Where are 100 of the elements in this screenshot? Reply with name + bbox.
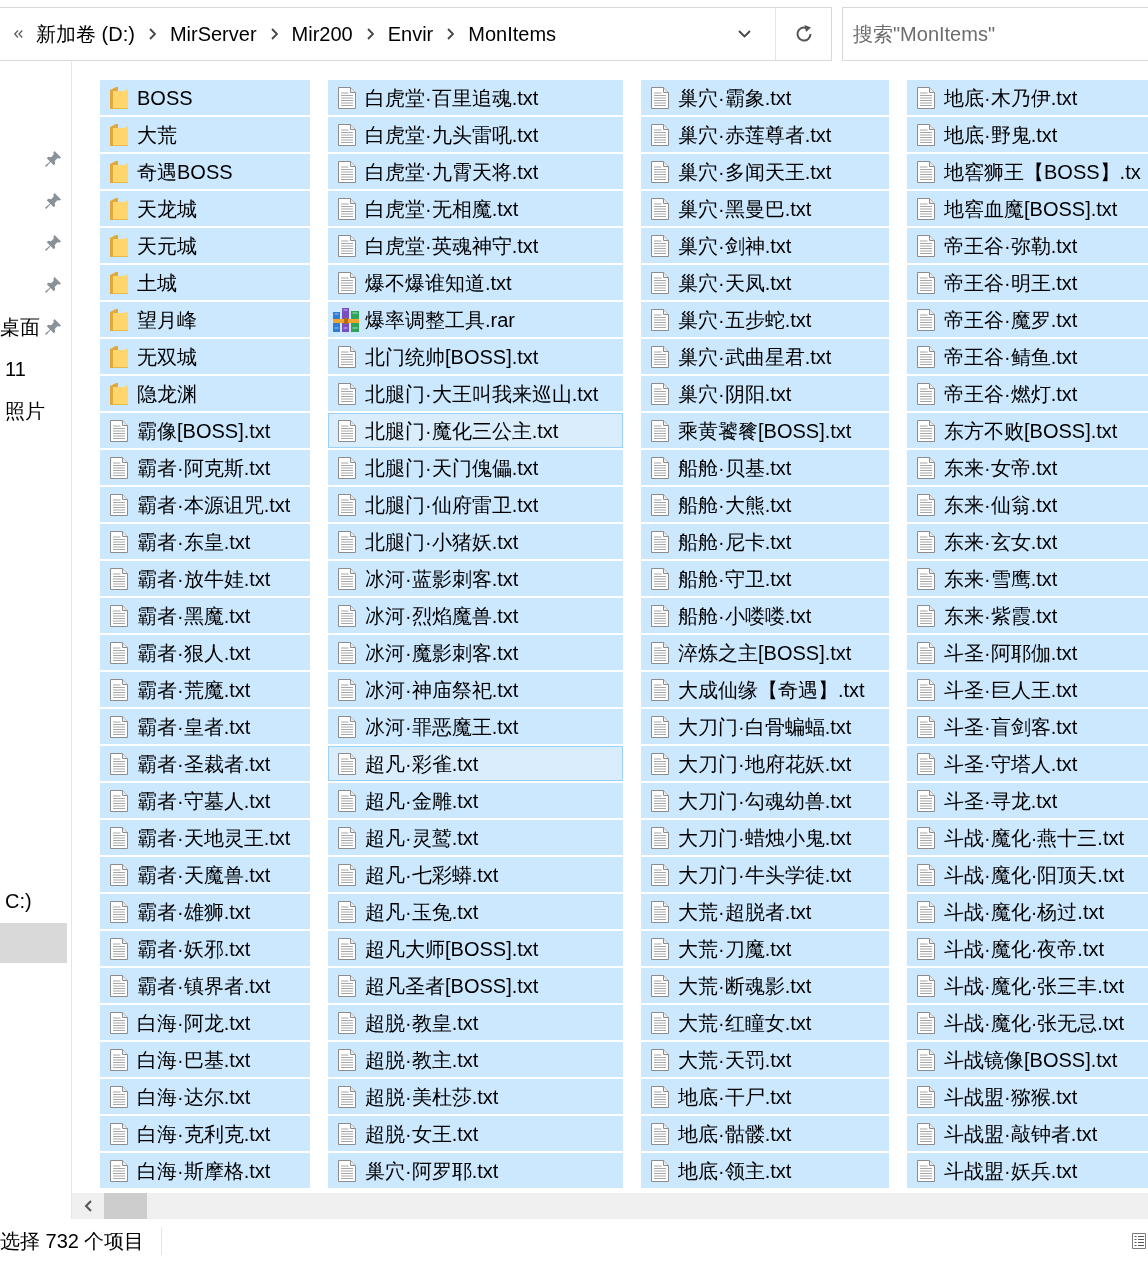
file-item[interactable]: 霸者·天地灵王.txt	[100, 820, 310, 855]
file-item[interactable]: 巢穴·武曲星君.txt	[641, 339, 889, 374]
file-item[interactable]: 白虎堂·无相魔.txt	[328, 191, 623, 226]
file-item[interactable]: 白虎堂·九霄天将.txt	[328, 154, 623, 189]
pin-icon[interactable]	[45, 277, 61, 293]
file-item[interactable]: 帝王谷·燃灯.txt	[907, 376, 1148, 411]
file-item[interactable]: 船舱·尼卡.txt	[641, 524, 889, 559]
folder-item[interactable]: 奇遇BOSS	[100, 154, 310, 189]
breadcrumb-button[interactable]: Mir200	[286, 20, 358, 48]
file-item[interactable]: 地底·野鬼.txt	[907, 117, 1148, 152]
file-item[interactable]: 斗战盟·猕猴.txt	[907, 1079, 1148, 1114]
pin-icon[interactable]	[45, 151, 61, 167]
file-item[interactable]: 北腿门·仙府雷卫.txt	[328, 487, 623, 522]
file-item[interactable]: 斗战盟·妖兵.txt	[907, 1153, 1148, 1188]
file-item[interactable]: 白虎堂·英魂神守.txt	[328, 228, 623, 263]
file-item[interactable]: 巢穴·霸象.txt	[641, 80, 889, 115]
file-item[interactable]: 北腿门·小猪妖.txt	[328, 524, 623, 559]
file-item[interactable]: 淬炼之主[BOSS].txt	[641, 635, 889, 670]
file-item[interactable]: 大刀门·勾魂幼兽.txt	[641, 783, 889, 818]
file-item[interactable]: 地底·骷髅.txt	[641, 1116, 889, 1151]
file-item[interactable]: 冰河·蓝影刺客.txt	[328, 561, 623, 596]
file-item[interactable]: 地底·木乃伊.txt	[907, 80, 1148, 115]
file-item[interactable]: 北腿门·大王叫我来巡山.txt	[328, 376, 623, 411]
file-item[interactable]: 斗战·魔化·阳顶天.txt	[907, 857, 1148, 892]
chevron-right-icon[interactable]	[447, 28, 455, 40]
file-item[interactable]: 巢穴·阴阳.txt	[641, 376, 889, 411]
file-item[interactable]: 斗战·魔化·杨过.txt	[907, 894, 1148, 929]
folder-item[interactable]: 天龙城	[100, 191, 310, 226]
chevron-right-icon[interactable]	[148, 28, 156, 40]
file-item[interactable]: 霸者·本源诅咒.txt	[100, 487, 310, 522]
details-view-icon[interactable]	[1132, 1233, 1146, 1249]
file-item[interactable]: 白虎堂·百里追魂.txt	[328, 80, 623, 115]
file-item[interactable]: 大刀门·蜡烛小鬼.txt	[641, 820, 889, 855]
file-item[interactable]: 大荒·刀魔.txt	[641, 931, 889, 966]
file-item[interactable]: 巢穴·剑神.txt	[641, 228, 889, 263]
file-item[interactable]: 斗圣·巨人王.txt	[907, 672, 1148, 707]
folder-item[interactable]: 大荒	[100, 117, 310, 152]
file-item[interactable]: 霸像[BOSS].txt	[100, 413, 310, 448]
file-item[interactable]: 白海·克利克.txt	[100, 1116, 310, 1151]
file-item[interactable]: 北腿门·魔化三公主.txt	[328, 413, 623, 448]
file-item[interactable]: 东来·雪鹰.txt	[907, 561, 1148, 596]
breadcrumb-button[interactable]: MirServer	[164, 20, 262, 48]
file-item[interactable]: 白海·达尔.txt	[100, 1079, 310, 1114]
folder-item[interactable]: 土城	[100, 265, 310, 300]
file-item[interactable]: 东来·玄女.txt	[907, 524, 1148, 559]
file-item[interactable]: 地窖血魔[BOSS].txt	[907, 191, 1148, 226]
file-item[interactable]: 超脱·美杜莎.txt	[328, 1079, 623, 1114]
file-item[interactable]: 大刀门·白骨蝙蝠.txt	[641, 709, 889, 744]
file-item[interactable]: 霸者·圣裁者.txt	[100, 746, 310, 781]
file-item[interactable]: 斗战·魔化·燕十三.txt	[907, 820, 1148, 855]
file-item[interactable]: 白海·斯摩格.txt	[100, 1153, 310, 1188]
folder-item[interactable]: 隐龙渊	[100, 376, 310, 411]
file-item[interactable]: 超凡·玉兔.txt	[328, 894, 623, 929]
file-item[interactable]: 船舱·守卫.txt	[641, 561, 889, 596]
file-item[interactable]: 超凡·灵鹫.txt	[328, 820, 623, 855]
file-item[interactable]: 超凡·七彩蟒.txt	[328, 857, 623, 892]
scrollbar-thumb[interactable]	[104, 1193, 147, 1219]
folder-item[interactable]: 无双城	[100, 339, 310, 374]
file-item[interactable]: 大荒·超脱者.txt	[641, 894, 889, 929]
file-item[interactable]: 超脱·教皇.txt	[328, 1005, 623, 1040]
file-item[interactable]: 帝王谷·魔罗.txt	[907, 302, 1148, 337]
file-item[interactable]: 爆不爆谁知道.txt	[328, 265, 623, 300]
file-item[interactable]: 大荒·断魂影.txt	[641, 968, 889, 1003]
file-item[interactable]: 斗圣·寻龙.txt	[907, 783, 1148, 818]
breadcrumb-button[interactable]: MonItems	[463, 20, 562, 48]
breadcrumb-button[interactable]: Envir	[382, 20, 439, 48]
file-item[interactable]: 冰河·神庙祭祀.txt	[328, 672, 623, 707]
file-item[interactable]: 北门统帅[BOSS].txt	[328, 339, 623, 374]
chevron-right-icon[interactable]	[366, 28, 374, 40]
file-item[interactable]: 超凡·彩雀.txt	[328, 746, 623, 781]
file-item[interactable]: 霸者·黑魔.txt	[100, 598, 310, 633]
file-item[interactable]: 霸者·阿克斯.txt	[100, 450, 310, 485]
folder-item[interactable]: 望月峰	[100, 302, 310, 337]
file-item[interactable]: 大成仙缘【奇遇】.txt	[641, 672, 889, 707]
file-item[interactable]: 巢穴·黑曼巴.txt	[641, 191, 889, 226]
file-item[interactable]: 霸者·雄狮.txt	[100, 894, 310, 929]
file-item[interactable]: 斗战镜像[BOSS].txt	[907, 1042, 1148, 1077]
file-item[interactable]: 斗圣·阿耶伽.txt	[907, 635, 1148, 670]
file-item[interactable]: 斗战盟·敲钟者.txt	[907, 1116, 1148, 1151]
file-item[interactable]: 北腿门·天门傀儡.txt	[328, 450, 623, 485]
file-item[interactable]: 白海·巴基.txt	[100, 1042, 310, 1077]
file-item[interactable]: 大荒·天罚.txt	[641, 1042, 889, 1077]
file-item[interactable]: 超凡大师[BOSS].txt	[328, 931, 623, 966]
file-item[interactable]: 船舱·贝基.txt	[641, 450, 889, 485]
nav-item[interactable]: C:)	[0, 881, 67, 921]
file-item[interactable]: 斗战·魔化·夜帝.txt	[907, 931, 1148, 966]
file-item[interactable]: 巢穴·天凤.txt	[641, 265, 889, 300]
pin-icon[interactable]	[45, 193, 61, 209]
file-item[interactable]: 斗战·魔化·张三丰.txt	[907, 968, 1148, 1003]
address-bar[interactable]: 新加卷 (D:) MirServer Mir200 Envir MonItems	[0, 7, 832, 61]
chevron-down-icon[interactable]	[738, 30, 751, 38]
file-item[interactable]: 斗战·魔化·张无忌.txt	[907, 1005, 1148, 1040]
file-item[interactable]: 霸者·天魔兽.txt	[100, 857, 310, 892]
file-item[interactable]: 霸者·守墓人.txt	[100, 783, 310, 818]
search-field[interactable]: 搜索"MonItems"	[842, 7, 1148, 61]
breadcrumb-button[interactable]: 新加卷 (D:)	[31, 20, 140, 48]
file-item[interactable]: 霸者·狠人.txt	[100, 635, 310, 670]
file-item[interactable]: 爆率调整工具.rar	[328, 302, 623, 337]
file-item[interactable]: 巢穴·多闻天王.txt	[641, 154, 889, 189]
file-item[interactable]: 霸者·皇者.txt	[100, 709, 310, 744]
